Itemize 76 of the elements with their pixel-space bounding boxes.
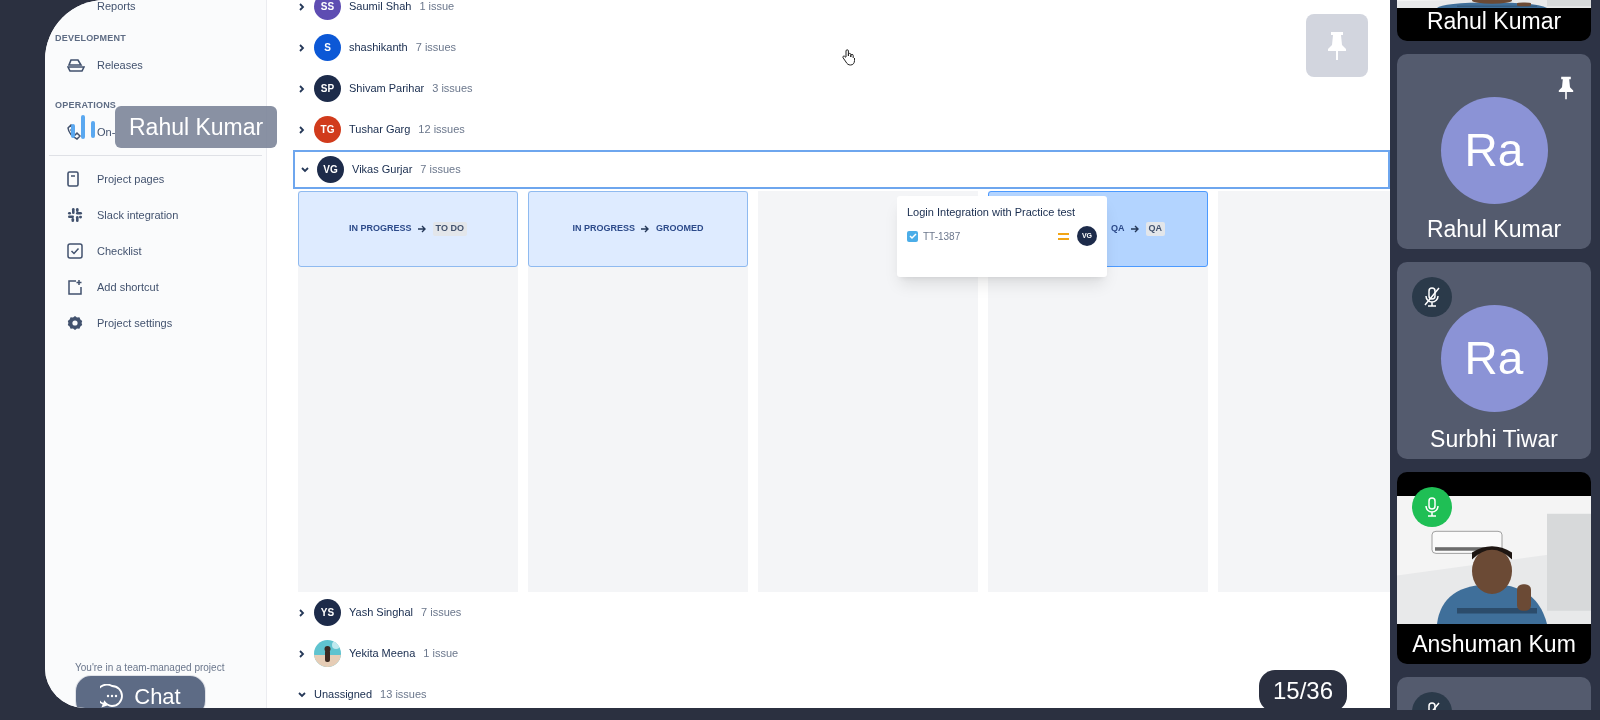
sidebar-link[interactable]: Releases <box>97 56 143 74</box>
participant-name: Surbhi Tiwar <box>1429 425 1559 453</box>
priority-icon <box>1058 232 1069 240</box>
task-icon <box>907 230 918 242</box>
avatar: S <box>314 34 341 61</box>
assignee-name: Shivam Parihar <box>349 81 425 97</box>
avatar: YS <box>314 599 341 626</box>
page-icon <box>67 171 79 187</box>
assignee-name: Yash Singhal <box>349 605 413 621</box>
mic-icon[interactable] <box>1412 487 1452 527</box>
assignee-name: Saumil Shah <box>349 0 412 15</box>
participant-name: Rahul Kumar <box>1425 215 1563 243</box>
audio-level-icon <box>70 114 96 140</box>
chevron-right-icon[interactable] <box>299 649 305 658</box>
sidebar-link[interactable]: Slack integration <box>97 206 179 224</box>
assignee-name: Unassigned <box>314 687 373 703</box>
page-counter: 15/36 <box>1259 670 1348 708</box>
assignee-name: Tushar Garg <box>349 122 411 138</box>
status-label: QA <box>1111 222 1125 236</box>
issue-count: 13 issues <box>380 687 427 703</box>
issue-count: 1 issue <box>423 646 459 662</box>
section-heading: OPERATIONS <box>55 99 117 113</box>
arrow-right-icon <box>1130 225 1140 233</box>
swimlane-header[interactable]: VG Vikas Gurjar 7 issues <box>293 150 1390 189</box>
issue-key: TT-1387 <box>923 228 961 244</box>
checkbox-icon <box>67 243 83 259</box>
avatar: TG <box>314 116 341 143</box>
avatar: SP <box>314 75 341 102</box>
chat-icon <box>100 684 125 708</box>
status-lozenge: TO DO <box>432 222 467 236</box>
speaker-label: Rahul Kumar <box>115 106 278 148</box>
avatar: Ra <box>1440 305 1548 412</box>
issue-count: 1 issue <box>419 0 455 15</box>
settings-icon <box>67 315 83 331</box>
chevron-down-icon[interactable] <box>298 691 306 698</box>
slack-icon <box>67 207 83 223</box>
participant-name: Anshuman Kum <box>1411 630 1577 658</box>
add-shortcut-icon <box>67 279 83 295</box>
issue-count: 7 issues <box>421 605 462 621</box>
chat-button[interactable]: Chat <box>75 675 206 708</box>
arrow-right-icon <box>641 225 650 233</box>
chevron-right-icon[interactable] <box>299 125 305 134</box>
sidebar-link[interactable]: Project pages <box>97 170 165 188</box>
avatar: SS <box>314 0 341 20</box>
phone-icon <box>67 124 81 140</box>
avatar: VG <box>317 156 344 183</box>
issue-count: 12 issues <box>418 122 465 138</box>
sidebar-link[interactable]: On- <box>97 123 116 141</box>
sidebar-link[interactable]: Add shortcut <box>97 278 159 296</box>
arrow-right-icon <box>417 225 427 233</box>
chevron-right-icon[interactable] <box>299 84 305 93</box>
pin-icon <box>1326 30 1348 61</box>
ship-icon <box>67 58 85 72</box>
sidebar-link[interactable]: Checklist <box>97 242 142 260</box>
status-label: IN PROGRESS <box>349 222 412 236</box>
issue-count: 7 issues <box>420 162 461 178</box>
section-heading: DEVELOPMENT <box>55 32 126 46</box>
sidebar-link[interactable]: Reports <box>97 0 136 15</box>
card-title: Login Integration with Practice test <box>907 205 1077 220</box>
status-label: IN PROGRESS <box>572 222 635 236</box>
assignee-name: Vikas Gurjar <box>352 162 413 178</box>
issue-count: 3 issues <box>432 81 473 97</box>
avatar: Ra <box>1440 97 1548 204</box>
issue-count: 7 issues <box>415 40 457 56</box>
assignee-name: Yekita Meena <box>349 646 416 662</box>
chevron-down-icon[interactable] <box>301 166 309 173</box>
participant-name: Rahul Kumar <box>1425 7 1563 35</box>
sidebar-link[interactable]: Project settings <box>97 314 173 332</box>
assignee-name: shashikanth <box>349 40 408 56</box>
status-lozenge: GROOMED <box>656 222 704 236</box>
hand-cursor-icon <box>842 49 856 66</box>
footer-note: You're in a team-managed project <box>75 662 225 673</box>
status-lozenge: QA <box>1145 222 1165 236</box>
chevron-right-icon[interactable] <box>299 2 305 11</box>
chevron-right-icon[interactable] <box>299 608 305 617</box>
chevron-right-icon[interactable] <box>299 43 305 52</box>
